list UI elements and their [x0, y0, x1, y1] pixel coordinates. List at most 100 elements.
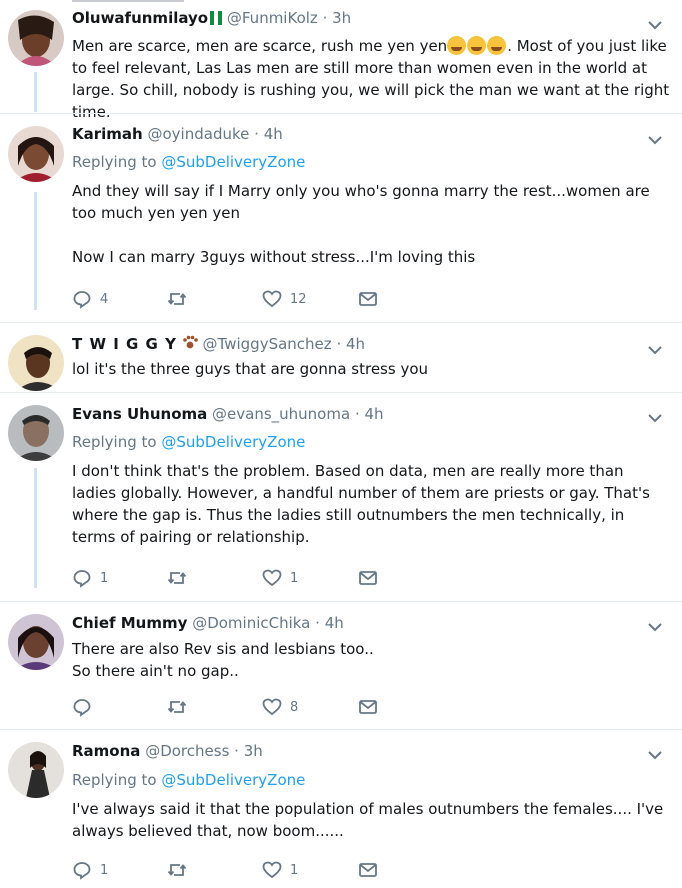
replying-to-line: Replying to @SubDeliveryZone: [72, 771, 305, 789]
direct-message-icon: [359, 700, 377, 714]
like-button[interactable]: 1: [262, 860, 298, 880]
like-button[interactable]: 12: [262, 289, 307, 309]
avatar[interactable]: [8, 335, 64, 391]
reply-count: 1: [100, 862, 109, 878]
avatar[interactable]: [8, 126, 64, 182]
tweet-paragraph: I've always said it that the population …: [72, 800, 664, 840]
like-icon: [262, 698, 282, 716]
like-count: 12: [290, 291, 307, 307]
paw-icon: [182, 335, 198, 349]
tweet-paragraph: There are also Rev sis and lesbians too.…: [72, 640, 374, 658]
direct-message-button[interactable]: [358, 860, 378, 880]
retweet-button[interactable]: [167, 697, 195, 717]
direct-message-icon: [359, 571, 377, 585]
replying-to-label: Replying to: [72, 433, 157, 451]
direct-message-button[interactable]: [358, 697, 378, 717]
display-name[interactable]: Karimah: [72, 125, 143, 143]
retweet-icon: [167, 701, 187, 713]
avatar[interactable]: [8, 405, 64, 461]
retweet-icon: [167, 864, 187, 876]
tweet-evans-uhunoma[interactable]: Evans Uhunoma @evans_uhunoma · 4h Replyi…: [0, 393, 682, 600]
tweet-paragraph: I don't think that's the problem. Based …: [72, 462, 650, 546]
like-count: 1: [290, 570, 299, 586]
timestamp[interactable]: 4h: [325, 614, 344, 632]
like-icon: [262, 569, 282, 587]
tweet-oluwafunmilayo[interactable]: Oluwafunmilayo @FunmiKolz · 3h Men are s…: [0, 0, 682, 121]
laughing-emoji-icon: [487, 36, 507, 55]
tweet-text: I don't think that's the problem. Based …: [72, 460, 672, 548]
like-button[interactable]: 8: [262, 697, 298, 717]
user-handle[interactable]: @FunmiKolz: [227, 9, 318, 27]
tweet-paragraph: So there ain't no gap..: [72, 662, 239, 680]
reply-count: 1: [100, 570, 109, 586]
tweet-chief-mummy[interactable]: Chief Mummy @DominicChika · 4h There are…: [0, 602, 682, 728]
like-icon: [262, 861, 282, 879]
tweet-text: There are also Rev sis and lesbians too.…: [72, 638, 672, 682]
user-handle[interactable]: @oyindaduke: [148, 125, 250, 143]
chevron-down-icon[interactable]: [646, 409, 664, 427]
replying-to-link[interactable]: @SubDeliveryZone: [161, 433, 305, 451]
timestamp[interactable]: 4h: [346, 335, 365, 353]
direct-message-button[interactable]: [358, 289, 378, 309]
separator-dot: ·: [336, 335, 342, 353]
tweet-paragraph: Now I can marry 3guys without stress...I…: [72, 248, 476, 266]
like-count: 1: [290, 862, 299, 878]
user-handle[interactable]: @TwiggySanchez: [203, 335, 332, 353]
display-name[interactable]: Ramona: [72, 742, 140, 760]
tweet-paragraph: lol it's the three guys that are gonna s…: [72, 360, 429, 378]
tweet-header: Karimah @oyindaduke · 4h: [72, 125, 283, 143]
replying-to-link[interactable]: @SubDeliveryZone: [161, 153, 305, 171]
avatar[interactable]: [8, 742, 64, 798]
tweet-karimah[interactable]: Karimah @oyindaduke · 4h Replying to @Su…: [0, 114, 682, 321]
tweet-header: T W I G G Y @TwiggySanchez · 4h: [72, 335, 365, 353]
nigeria-flag-icon: [210, 11, 223, 25]
replying-to-link[interactable]: @SubDeliveryZone: [161, 771, 305, 789]
chevron-down-icon[interactable]: [646, 746, 664, 764]
direct-message-icon: [359, 863, 377, 877]
chevron-down-icon[interactable]: [646, 618, 664, 636]
user-handle[interactable]: @evans_uhunoma: [212, 405, 350, 423]
user-handle[interactable]: @Dorchess: [145, 742, 229, 760]
like-button[interactable]: 1: [262, 568, 298, 588]
timestamp[interactable]: 4h: [264, 125, 283, 143]
user-handle[interactable]: @DominicChika: [192, 614, 310, 632]
tweet-text-part: Men are scarce, men are scarce, rush me …: [72, 37, 448, 55]
timestamp[interactable]: 3h: [332, 9, 351, 27]
reply-icon: [73, 862, 91, 880]
retweet-button[interactable]: [167, 289, 195, 309]
separator-dot: ·: [234, 742, 239, 760]
chevron-down-icon[interactable]: [646, 16, 664, 34]
reply-icon: [73, 291, 91, 309]
separator-dot: ·: [354, 405, 360, 423]
direct-message-icon: [359, 292, 377, 306]
direct-message-button[interactable]: [358, 568, 378, 588]
reply-button[interactable]: [72, 697, 100, 717]
tweet-text: lol it's the three guys that are gonna s…: [72, 358, 672, 380]
reply-button[interactable]: 1: [72, 860, 108, 880]
timestamp[interactable]: 3h: [244, 742, 263, 760]
like-count: 8: [290, 699, 299, 715]
timestamp[interactable]: 4h: [365, 405, 384, 423]
retweet-button[interactable]: [167, 860, 195, 880]
retweet-button[interactable]: [167, 568, 195, 588]
tweet-header: Ramona @Dorchess · 3h: [72, 742, 263, 760]
avatar[interactable]: [8, 614, 64, 670]
display-name[interactable]: Chief Mummy: [72, 614, 187, 632]
reply-icon: [73, 699, 91, 717]
tweet-twiggy[interactable]: T W I G G Y @TwiggySanchez · 4h lol it's…: [0, 323, 682, 391]
replying-to-line: Replying to @SubDeliveryZone: [72, 153, 305, 171]
laughing-emoji-icon: [467, 36, 487, 55]
reply-button[interactable]: 1: [72, 568, 108, 588]
separator-dot: ·: [254, 125, 259, 143]
like-icon: [262, 290, 282, 308]
chevron-down-icon[interactable]: [646, 341, 664, 359]
display-name[interactable]: T W I G G Y: [72, 335, 177, 353]
replying-to-label: Replying to: [72, 153, 157, 171]
chevron-down-icon[interactable]: [646, 131, 664, 149]
separator-dot: ·: [315, 614, 320, 632]
tweet-ramona[interactable]: Ramona @Dorchess · 3h Replying to @SubDe…: [0, 730, 682, 888]
display-name[interactable]: Oluwafunmilayo: [72, 9, 208, 27]
reply-button[interactable]: 4: [72, 289, 108, 309]
avatar[interactable]: [8, 10, 64, 66]
display-name[interactable]: Evans Uhunoma: [72, 405, 207, 423]
